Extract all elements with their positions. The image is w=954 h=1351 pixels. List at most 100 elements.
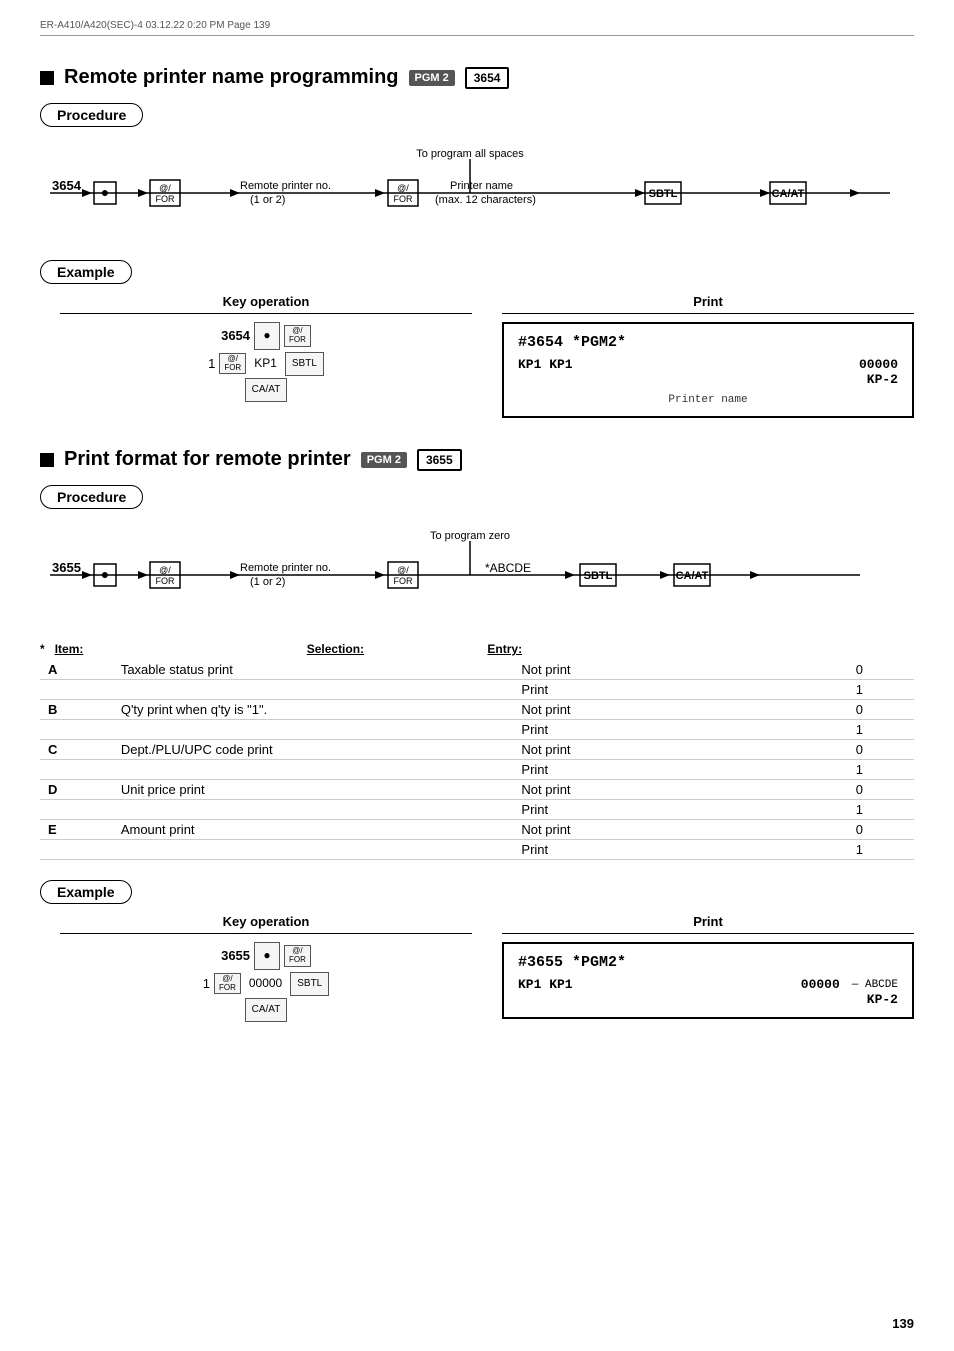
arrow4	[375, 189, 385, 197]
arrow2-7	[750, 571, 760, 579]
for2-1-top: @/	[159, 565, 171, 575]
arrow2-2	[138, 571, 148, 579]
section1-key-op-content: 3654 ● @/ FOR 1 @/ FOR KP1 SBTL	[60, 322, 472, 402]
flow2-abcde: *ABCDE	[485, 561, 531, 575]
arrow1	[82, 189, 92, 197]
key2-op-row1: 3655 ● @/ FOR	[60, 942, 472, 970]
desc-a2	[113, 680, 514, 700]
entry-d1: 0	[805, 780, 914, 800]
desc-c2	[113, 760, 514, 780]
sel-d1: Not print	[513, 780, 804, 800]
sel-header: Selection:	[307, 642, 364, 656]
for1-bot: FOR	[156, 194, 175, 204]
desc-b: Q'ty print when q'ty is "1".	[113, 700, 514, 720]
key-op-row2: 1 @/ FOR KP1 SBTL	[60, 352, 472, 376]
section1-example: Key operation 3654 ● @/ FOR 1 @/ FOR	[60, 294, 914, 418]
print1-kp1: KP1 KP1	[518, 357, 573, 372]
key2-op-3655: 3655	[221, 944, 250, 967]
item-a2	[40, 680, 113, 700]
desc-a: Taxable status print	[113, 660, 514, 680]
arrow2-4	[375, 571, 385, 579]
print1-kp2: KP-2	[859, 372, 898, 387]
key2-op-for1: @/ FOR	[284, 945, 311, 967]
sbtl-2: SBTL	[584, 570, 613, 582]
print2-right: 00000 — ABCDE KP-2	[801, 977, 898, 1007]
item-c: C	[40, 740, 113, 760]
table-row: B Q'ty print when q'ty is "1". Not print…	[40, 700, 914, 720]
table-row: Print 1	[40, 760, 914, 780]
section2-heading: Print format for remote printer	[64, 448, 351, 471]
flow1-start: 3654	[52, 178, 82, 193]
item-header: Item:	[55, 642, 84, 656]
print2-00000-row: 00000 — ABCDE	[801, 977, 898, 992]
print2-row2: KP1 KP1 00000 — ABCDE KP-2	[518, 977, 898, 1007]
for2-top: @/	[397, 183, 409, 193]
key-op-for2: @/ FOR	[219, 353, 246, 375]
print1-printer-name-label: Printer name	[668, 394, 747, 406]
print1-right: 00000 KP-2	[859, 357, 898, 387]
flow1-rprn-sub: (1 or 2)	[250, 194, 285, 206]
section2-example: Key operation 3655 ● @/ FOR 1 @/ FOR	[60, 914, 914, 1024]
desc-c: Dept./PLU/UPC code print	[113, 740, 514, 760]
sel-b1: Not print	[513, 700, 804, 720]
key2-op-00000: 00000	[249, 973, 282, 995]
item-d2	[40, 800, 113, 820]
flow1-prname-sub: (max. 12 characters)	[435, 194, 536, 206]
for2-2-bot: FOR	[394, 576, 413, 586]
page: ER-A410/A420(SEC)-4 03.12.22 0:20 PM Pag…	[0, 0, 954, 1351]
desc-d2	[113, 800, 514, 820]
arrow2-1	[82, 571, 92, 579]
section1-example-label: Example	[40, 260, 132, 284]
key2-op-1: 1	[203, 972, 210, 995]
section2-badge2: 3655	[417, 449, 462, 471]
item-e: E	[40, 820, 113, 840]
asterisk-text: *	[40, 642, 51, 656]
section1-print-col: Print #3654 *PGM2* KP1 KP1 00000 KP-2 Pr…	[502, 294, 914, 418]
section2-key-op-content: 3655 ● @/ FOR 1 @/ FOR 00000 SBTL	[60, 942, 472, 1022]
table-row: A Taxable status print Not print 0	[40, 660, 914, 680]
section2-flow: To program zero 3655 ● @/ FOR Remote pri…	[40, 525, 914, 618]
sel-c2: Print	[513, 760, 804, 780]
print1-label: Printer name	[518, 391, 898, 406]
sel-a2: Print	[513, 680, 804, 700]
page-number: 139	[892, 1316, 914, 1331]
key2-op-dot: ●	[254, 942, 280, 970]
for1-top: @/	[159, 183, 171, 193]
section1-badge1: PGM 2	[409, 70, 455, 86]
desc-e2	[113, 840, 514, 860]
flow1-rprn: Remote printer no.	[240, 180, 331, 192]
key-op-row1: 3654 ● @/ FOR	[60, 322, 472, 350]
header-text: ER-A410/A420(SEC)-4 03.12.22 0:20 PM Pag…	[40, 20, 270, 31]
key-op-kp1: KP1	[254, 353, 277, 375]
section2-print-title: Print	[502, 914, 914, 934]
key-op-1: 1	[208, 352, 215, 375]
section1-badge2: 3654	[465, 67, 510, 89]
item-d: D	[40, 780, 113, 800]
section2-key-op-title: Key operation	[60, 914, 472, 934]
dot-2: ●	[101, 566, 109, 582]
flow1-prname: Printer name	[450, 180, 513, 192]
entry-e1: 0	[805, 820, 914, 840]
key-op-caat: CA/AT	[245, 378, 288, 402]
sbtl-1: SBTL	[649, 188, 678, 200]
table-row: Print 1	[40, 680, 914, 700]
desc-d: Unit price print	[113, 780, 514, 800]
sel-b2: Print	[513, 720, 804, 740]
table-row: Print 1	[40, 720, 914, 740]
table-body: A Taxable status print Not print 0 Print…	[40, 660, 914, 860]
entry-c2: 1	[805, 760, 914, 780]
print2-line1: #3655 *PGM2*	[518, 954, 898, 971]
section2-key-op-col: Key operation 3655 ● @/ FOR 1 @/ FOR	[60, 914, 472, 1024]
section1-print-box: #3654 *PGM2* KP1 KP1 00000 KP-2 Printer …	[502, 322, 914, 418]
sel-a1: Not print	[513, 660, 804, 680]
key2-op-caat: CA/AT	[245, 998, 288, 1022]
key2-op-for2: @/ FOR	[214, 973, 241, 995]
print2-kp1: KP1 KP1	[518, 977, 573, 992]
section2-print-box: #3655 *PGM2* KP1 KP1 00000 — ABCDE KP-2	[502, 942, 914, 1019]
entry-a2: 1	[805, 680, 914, 700]
section2-flow-svg: To program zero 3655 ● @/ FOR Remote pri…	[40, 525, 900, 615]
section2-procedure-label: Procedure	[40, 485, 143, 509]
dot-1: ●	[101, 184, 109, 200]
entry-b1: 0	[805, 700, 914, 720]
section2-example-label: Example	[40, 880, 132, 904]
